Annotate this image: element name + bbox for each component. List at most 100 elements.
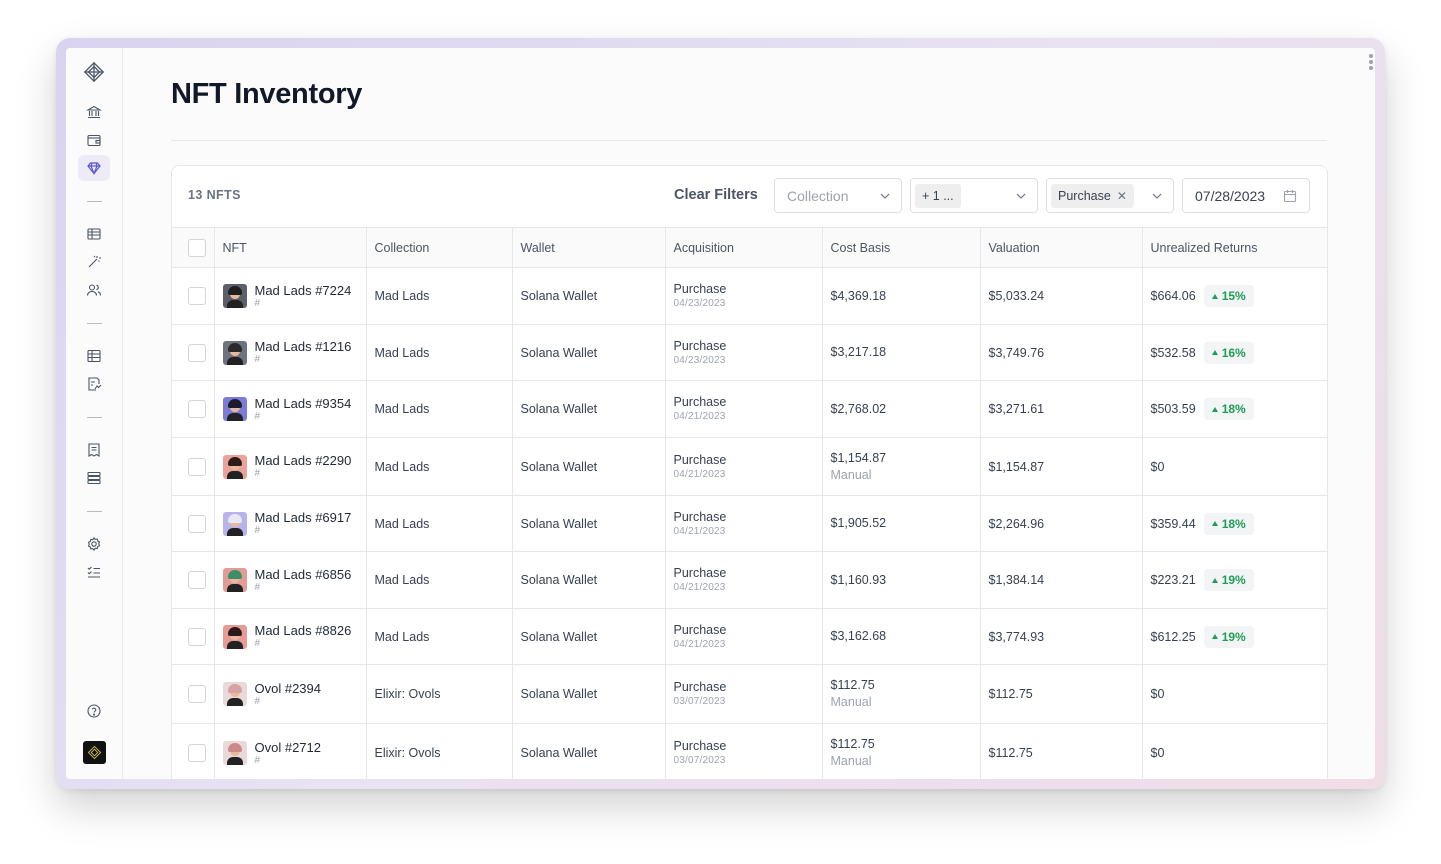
acquisition-date: 04/21/2023 bbox=[673, 582, 726, 593]
row-checkbox[interactable] bbox=[188, 400, 206, 418]
nft-cell[interactable]: Ovol #2712 # bbox=[214, 723, 367, 779]
collection-cell: Mad Lads bbox=[366, 267, 513, 325]
cost-basis-value: $112.75 bbox=[830, 737, 875, 751]
nft-token-id: # bbox=[254, 754, 261, 766]
nft-cell[interactable]: Mad Lads #8826 # bbox=[214, 608, 367, 665]
cost-basis-cell[interactable]: $3,162.68 bbox=[822, 608, 981, 665]
nft-token-id: # bbox=[254, 581, 261, 593]
spreadsheet-icon[interactable] bbox=[78, 343, 110, 369]
nft-cell[interactable]: Mad Lads #7224 # bbox=[214, 267, 367, 325]
nft-cell[interactable]: Mad Lads #9354 # bbox=[214, 380, 367, 438]
row-select-cell bbox=[172, 664, 215, 724]
nft-name[interactable]: Mad Lads #6856 bbox=[255, 567, 352, 582]
row-checkbox[interactable] bbox=[188, 457, 206, 476]
table-row[interactable]: Mad Lads #9354 # Mad Lads Solana Wallet … bbox=[172, 380, 1327, 438]
nft-cell[interactable]: Mad Lads #2290 # bbox=[214, 437, 367, 496]
nft-name[interactable]: Ovol #2394 bbox=[255, 681, 322, 696]
table-row[interactable]: Ovol #2394 # Elixir: Ovols Solana Wallet… bbox=[172, 664, 1327, 724]
nft-token-id: # bbox=[254, 695, 261, 707]
valuation-cell: $112.75 bbox=[980, 664, 1143, 724]
row-checkbox[interactable] bbox=[188, 287, 206, 305]
cost-basis-cell[interactable]: $112.75 Manual bbox=[822, 723, 981, 779]
select-all-checkbox[interactable] bbox=[188, 238, 206, 257]
cost-basis-cell[interactable]: $4,369.18 bbox=[822, 267, 981, 325]
acquisition-type: Purchase bbox=[673, 509, 727, 524]
column-header-collection[interactable]: Collection bbox=[366, 227, 513, 268]
sidebar-divider bbox=[87, 201, 102, 202]
logo-icon[interactable] bbox=[78, 59, 110, 85]
nft-cell[interactable]: Mad Lads #6856 # bbox=[214, 551, 367, 609]
cost-basis-cell[interactable]: $2,768.02 bbox=[822, 380, 981, 438]
nft-cell[interactable]: Mad Lads #6917 # bbox=[214, 495, 367, 552]
column-header-cost-basis[interactable]: Cost Basis bbox=[822, 227, 981, 268]
server-icon[interactable] bbox=[78, 465, 110, 491]
table-row[interactable]: Mad Lads #8826 # Mad Lads Solana Wallet … bbox=[172, 608, 1327, 665]
gear-icon[interactable] bbox=[78, 531, 110, 557]
cost-basis-value: $4,369.18 bbox=[830, 288, 887, 303]
table-row[interactable]: Mad Lads #1216 # Mad Lads Solana Wallet … bbox=[172, 324, 1327, 381]
cost-basis-value: $1,154.87 bbox=[830, 450, 887, 465]
cost-basis-cell[interactable]: $112.75 Manual bbox=[822, 664, 981, 724]
window-scrollbar[interactable] bbox=[1369, 54, 1373, 70]
arrow-up-icon bbox=[1211, 521, 1218, 526]
table-row[interactable]: Mad Lads #2290 # Mad Lads Solana Wallet … bbox=[172, 437, 1327, 496]
nft-cell[interactable]: Ovol #2394 # bbox=[214, 664, 367, 724]
unrealized-returns-cell: $359.44 18% bbox=[1142, 496, 1327, 552]
nft-cell[interactable]: Mad Lads #1216 # bbox=[214, 324, 367, 381]
acquisition-type: Purchase bbox=[673, 680, 727, 694]
column-header-valuation[interactable]: Valuation bbox=[980, 227, 1143, 268]
bank-icon[interactable] bbox=[78, 99, 110, 125]
column-header-nft[interactable]: NFT bbox=[214, 227, 367, 268]
cost-basis-cell[interactable]: $1,154.87 Manual bbox=[822, 437, 981, 496]
receipt-icon[interactable] bbox=[78, 437, 110, 463]
nft-name[interactable]: Mad Lads #9354 bbox=[255, 396, 352, 411]
magic-wand-icon[interactable] bbox=[78, 249, 110, 275]
column-header-unrealized-returns[interactable]: Unrealized Returns bbox=[1142, 228, 1327, 268]
row-checkbox[interactable] bbox=[188, 571, 206, 589]
table-row[interactable]: Mad Lads #6856 # Mad Lads Solana Wallet … bbox=[172, 551, 1327, 609]
row-checkbox[interactable] bbox=[188, 744, 206, 762]
return-percent-badge: 15% bbox=[1203, 285, 1254, 307]
report-icon[interactable] bbox=[78, 371, 110, 397]
wallet-filter-select[interactable]: + 1 ... bbox=[910, 178, 1038, 213]
row-checkbox[interactable] bbox=[188, 343, 206, 362]
checklist-icon[interactable] bbox=[78, 559, 110, 585]
wallet-filter-chip[interactable]: + 1 ... bbox=[915, 183, 961, 208]
column-header-wallet[interactable]: Wallet bbox=[512, 227, 666, 268]
cost-basis-cell[interactable]: $1,905.52 bbox=[822, 495, 981, 552]
calendar-icon[interactable] bbox=[1283, 189, 1297, 203]
nft-name[interactable]: Mad Lads #8826 bbox=[255, 623, 352, 638]
table-row[interactable]: Mad Lads #6917 # Mad Lads Solana Wallet … bbox=[172, 495, 1327, 552]
acquisition-date: 03/07/2023 bbox=[673, 696, 726, 707]
row-checkbox[interactable] bbox=[188, 514, 206, 533]
diamond-icon[interactable] bbox=[78, 155, 110, 181]
column-header-acquisition[interactable]: Acquisition bbox=[665, 227, 823, 268]
sidebar bbox=[66, 48, 123, 779]
nft-name[interactable]: Mad Lads #7224 bbox=[255, 283, 352, 298]
account-avatar[interactable] bbox=[83, 741, 106, 764]
help-icon[interactable] bbox=[78, 698, 110, 724]
close-icon[interactable]: ✕ bbox=[1117, 189, 1127, 203]
users-icon[interactable] bbox=[78, 277, 110, 303]
acquisition-filter-select[interactable]: Purchase ✕ bbox=[1046, 178, 1174, 213]
nft-name[interactable]: Ovol #2712 bbox=[255, 740, 322, 755]
cost-basis-note: Manual bbox=[830, 695, 872, 709]
nft-name[interactable]: Mad Lads #6917 bbox=[255, 510, 352, 525]
row-checkbox[interactable] bbox=[188, 627, 206, 646]
nft-thumbnail bbox=[222, 284, 247, 308]
nft-name[interactable]: Mad Lads #1216 bbox=[255, 339, 352, 354]
wallet-icon[interactable] bbox=[78, 127, 110, 153]
wallet-cell: Solana Wallet bbox=[512, 380, 666, 438]
cost-basis-cell[interactable]: $1,160.93 bbox=[822, 551, 981, 609]
table-row[interactable]: Ovol #2712 # Elixir: Ovols Solana Wallet… bbox=[172, 723, 1327, 779]
collection-filter-select[interactable]: Collection bbox=[774, 178, 902, 213]
cost-basis-cell[interactable]: $3,217.18 bbox=[822, 324, 981, 381]
collection-filter-placeholder: Collection bbox=[787, 187, 849, 204]
nft-name[interactable]: Mad Lads #2290 bbox=[255, 453, 352, 468]
ledger-icon[interactable] bbox=[78, 221, 110, 247]
table-row[interactable]: Mad Lads #7224 # Mad Lads Solana Wallet … bbox=[172, 267, 1327, 325]
row-checkbox[interactable] bbox=[188, 685, 206, 703]
date-picker-input[interactable]: 07/28/2023 bbox=[1182, 178, 1310, 213]
clear-filters-button[interactable]: Clear Filters bbox=[674, 187, 758, 203]
wallet-cell: Solana Wallet bbox=[512, 324, 666, 381]
